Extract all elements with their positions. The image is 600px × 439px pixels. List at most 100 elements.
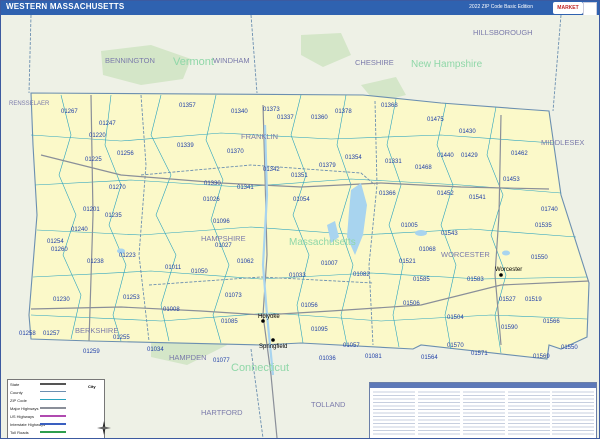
zip-label: 01270	[109, 185, 126, 191]
zip-label: 01062	[237, 259, 254, 265]
zip-label: 01368	[381, 103, 398, 109]
legend-label: ZIP Code	[10, 398, 27, 403]
zip-label: 01506	[403, 301, 420, 307]
county-label: HILLSBOROUGH	[473, 28, 533, 37]
county-label: HARTFORD	[201, 408, 243, 417]
zip-label: 01379	[319, 163, 336, 169]
zip-label: 01360	[311, 115, 328, 121]
city-label-holyoke: Holyoke	[258, 314, 280, 320]
city-label-springfield: Springfield	[259, 344, 287, 350]
zip-label: 01085	[221, 319, 238, 325]
zip-label: 01366	[379, 191, 396, 197]
legend-line	[40, 407, 66, 409]
zip-label: 01255	[113, 335, 130, 341]
county-label: CHESHIRE	[355, 58, 394, 67]
zip-label: 01082	[353, 272, 370, 278]
city-label-worcester: Worcester	[495, 267, 522, 273]
zip-label: 01342	[263, 167, 280, 173]
zip-label: 01440	[437, 153, 454, 159]
zip-label: 01462	[511, 151, 528, 157]
zip-index-column	[508, 390, 550, 437]
county-label: HAMPSHIRE	[201, 234, 246, 243]
state-label-connecticut: Connecticut	[231, 362, 289, 374]
county-label: WINDHAM	[213, 56, 250, 65]
zip-label: 01033	[289, 273, 306, 279]
zip-label: 01378	[335, 109, 352, 115]
legend-label: County	[10, 390, 23, 395]
zip-label: 01453	[503, 177, 520, 183]
zip-label: 01330	[204, 181, 221, 187]
zip-label: 01096	[213, 219, 230, 225]
zip-label: 01340	[231, 109, 248, 115]
state-flag-icon	[583, 2, 597, 16]
zip-label: 01005	[401, 223, 418, 229]
zip-label: 01566	[543, 319, 560, 325]
zip-label: 01550	[531, 255, 548, 261]
zip-label: 01238	[87, 259, 104, 265]
map-frame: WESTERN MASSACHUSETTS 2022 ZIP Code Basi…	[0, 0, 600, 439]
zip-label: 01068	[419, 247, 436, 253]
zip-label: 01430	[459, 129, 476, 135]
city-dot	[499, 273, 503, 277]
legend-label: State	[10, 382, 20, 387]
zip-label: 01543	[441, 231, 458, 237]
zip-label: 01260	[51, 247, 68, 253]
zip-label: 01550	[561, 345, 578, 351]
zip-index-table	[369, 382, 597, 438]
zip-label: 01050	[191, 269, 208, 275]
lake	[415, 230, 427, 236]
zip-label: 01337	[277, 115, 294, 121]
zip-label: 01521	[399, 259, 416, 265]
zip-label: 01026	[203, 197, 220, 203]
zip-label: 01590	[501, 325, 518, 331]
zip-label: 01504	[447, 315, 464, 321]
zip-index-column	[552, 390, 594, 437]
zip-label: 01235	[105, 213, 122, 219]
legend-line	[40, 423, 66, 425]
zip-label: 01267	[61, 109, 78, 115]
zip-label: 01054	[293, 197, 310, 203]
zip-label: 01034	[147, 347, 164, 353]
zip-label: 01077	[213, 358, 230, 364]
legend-line	[40, 391, 66, 392]
zip-label: 01351	[291, 173, 308, 179]
legend-city-key: City	[88, 384, 96, 389]
zip-label: 01357	[179, 103, 196, 109]
zip-label: 01081	[365, 354, 382, 360]
zip-label: 01569	[533, 354, 550, 360]
zip-label: 01429	[461, 153, 478, 159]
map-legend: State County ZIP Code Major Highways US …	[7, 379, 105, 438]
zip-label: 01223	[119, 253, 136, 259]
massachusetts-region	[28, 92, 590, 360]
zip-label: 01007	[321, 261, 338, 267]
zip-label: 01475	[427, 117, 444, 123]
zip-label: 01535	[535, 223, 552, 229]
zip-label: 01339	[177, 143, 194, 149]
zip-label: 01056	[301, 303, 318, 309]
zip-label: 01073	[225, 293, 242, 299]
zip-label: 01027	[215, 243, 232, 249]
zip-label: 01011	[165, 265, 182, 271]
legend-label: Major Highways	[10, 406, 39, 411]
legend-label: Toll Roads	[10, 430, 29, 435]
title-bar: WESTERN MASSACHUSETTS 2022 ZIP Code Basi…	[1, 1, 599, 23]
zip-label: 01468	[415, 165, 432, 171]
zip-label: 01240	[71, 227, 88, 233]
county-label: WORCESTER	[441, 250, 490, 259]
zip-index-column	[418, 390, 460, 437]
county-label: TOLLAND	[311, 400, 346, 409]
zip-index-column	[373, 390, 415, 437]
zip-label: 01220	[89, 133, 106, 139]
zip-label: 01527	[499, 297, 516, 303]
zip-label: 01341	[237, 185, 254, 191]
map-canvas[interactable]: Vermont New Hampshire Massachusetts Conn…	[1, 15, 599, 438]
zip-label: 01740	[541, 207, 558, 213]
legend-line	[40, 431, 66, 433]
legend-line	[40, 383, 66, 385]
zip-index-header	[370, 383, 596, 388]
county-label: HAMPDEN	[169, 353, 207, 362]
zip-label: 01259	[83, 349, 100, 355]
zip-label: 01257	[43, 331, 60, 337]
zip-label: 01008	[163, 307, 180, 313]
zip-label: 01583	[467, 277, 484, 283]
